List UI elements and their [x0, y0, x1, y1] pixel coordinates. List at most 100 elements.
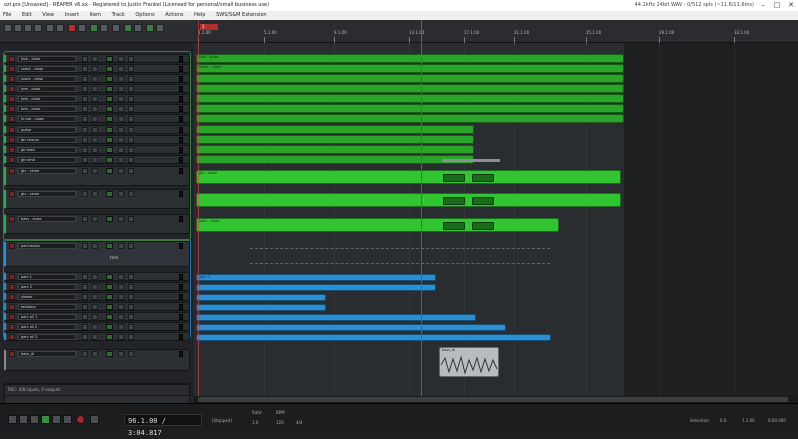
track-row[interactable]: perc all 2 — [4, 322, 190, 331]
fx-button[interactable] — [106, 86, 113, 92]
volume-knob-icon[interactable] — [82, 314, 88, 320]
timeline-ruler[interactable]: 1 1.1.00 5.1.00 9.1.00 13.1.00 17.1.00 2… — [194, 20, 798, 43]
rewind-icon[interactable] — [19, 415, 28, 424]
media-item[interactable] — [196, 145, 474, 154]
media-item[interactable] — [196, 84, 624, 93]
track-name[interactable]: gtr lead — [18, 147, 76, 153]
mute-icon[interactable] — [118, 243, 124, 249]
track-name[interactable]: perc all 3 — [18, 334, 76, 340]
play-cursor[interactable] — [421, 20, 422, 403]
menu-edit[interactable]: Edit — [22, 12, 32, 18]
track-name[interactable]: bass - close — [18, 216, 76, 222]
snap-icon[interactable] — [90, 24, 98, 32]
track-row[interactable]: kick - close — [4, 54, 190, 63]
media-item[interactable]: snare - close — [196, 64, 624, 73]
mute-icon[interactable] — [118, 147, 124, 153]
new-project-icon[interactable] — [4, 24, 12, 32]
menu-help[interactable]: Help — [194, 12, 205, 18]
mute-icon[interactable] — [118, 137, 124, 143]
track-row[interactable]: guitar — [4, 125, 190, 134]
fx-button[interactable] — [106, 96, 113, 102]
solo-icon[interactable] — [128, 216, 134, 222]
go-to-end-icon[interactable] — [63, 415, 72, 424]
mute-icon[interactable] — [118, 274, 124, 280]
solo-icon[interactable] — [128, 56, 134, 62]
pan-knob-icon[interactable] — [92, 137, 98, 143]
mute-icon[interactable] — [118, 86, 124, 92]
mute-icon[interactable] — [118, 127, 124, 133]
mute-icon[interactable] — [118, 304, 124, 310]
rate-value[interactable]: 1.0 — [252, 420, 258, 425]
media-item[interactable]: kick - close — [196, 54, 624, 63]
solo-icon[interactable] — [128, 106, 134, 112]
volume-knob-icon[interactable] — [82, 157, 88, 163]
fx-button[interactable] — [106, 106, 113, 112]
item-take[interactable] — [443, 174, 465, 182]
selection-start[interactable]: 0.0 — [720, 418, 726, 423]
fx-button[interactable] — [106, 127, 113, 133]
grid-icon[interactable] — [78, 24, 86, 32]
mute-icon[interactable] — [118, 284, 124, 290]
stop-icon[interactable] — [30, 415, 39, 424]
pan-knob-icon[interactable] — [92, 324, 98, 330]
pan-knob-icon[interactable] — [92, 294, 98, 300]
volume-knob-icon[interactable] — [82, 243, 88, 249]
mute-icon[interactable] — [118, 106, 124, 112]
menu-file[interactable]: File — [3, 12, 11, 18]
track-name[interactable]: perc 2 — [18, 284, 76, 290]
record-arm-icon[interactable] — [9, 76, 15, 82]
edit-cursor[interactable] — [198, 20, 199, 403]
volume-knob-icon[interactable] — [82, 168, 88, 174]
volume-knob-icon[interactable] — [82, 351, 88, 357]
volume-knob-icon[interactable] — [82, 294, 88, 300]
track-row[interactable]: tom - close — [4, 84, 190, 93]
track-name[interactable]: percussion — [18, 243, 76, 249]
media-item[interactable] — [196, 193, 621, 207]
solo-icon[interactable] — [128, 76, 134, 82]
media-item[interactable] — [196, 114, 624, 123]
record-arm-icon[interactable] — [9, 157, 15, 163]
volume-knob-icon[interactable] — [82, 284, 88, 290]
item-take[interactable] — [472, 197, 494, 205]
undo-icon[interactable] — [46, 24, 54, 32]
pan-knob-icon[interactable] — [92, 116, 98, 122]
menu-item[interactable]: Item — [90, 12, 101, 18]
solo-icon[interactable] — [128, 66, 134, 72]
media-item[interactable] — [196, 284, 436, 291]
volume-knob-icon[interactable] — [82, 66, 88, 72]
pan-knob-icon[interactable] — [92, 314, 98, 320]
solo-icon[interactable] — [128, 86, 134, 92]
media-item[interactable] — [196, 155, 474, 164]
menu-track[interactable]: Track — [112, 12, 125, 18]
mute-icon[interactable] — [118, 56, 124, 62]
media-item[interactable]: bass_di — [439, 347, 499, 377]
record-arm-icon[interactable] — [9, 324, 15, 330]
automation-mode[interactable]: trim — [110, 255, 118, 260]
item-take[interactable] — [472, 174, 494, 182]
track-row[interactable]: shaker — [4, 292, 190, 301]
mute-icon[interactable] — [118, 351, 124, 357]
go-to-start-icon[interactable] — [8, 415, 17, 424]
solo-icon[interactable] — [128, 324, 134, 330]
fx-button[interactable] — [106, 274, 113, 280]
item-take[interactable] — [472, 222, 494, 230]
track-name[interactable]: guitar — [18, 127, 76, 133]
media-item[interactable]: gtr - verse — [196, 170, 621, 184]
record-arm-icon[interactable] — [9, 216, 15, 222]
crossfade-icon[interactable] — [146, 24, 154, 32]
solo-icon[interactable] — [128, 274, 134, 280]
track-row[interactable]: snare - close — [4, 74, 190, 83]
record-arm-icon[interactable] — [9, 86, 15, 92]
record-arm-icon[interactable] — [9, 284, 15, 290]
maximize-button[interactable]: □ — [770, 0, 784, 11]
pan-knob-icon[interactable] — [92, 106, 98, 112]
volume-knob-icon[interactable] — [82, 86, 88, 92]
solo-icon[interactable] — [128, 96, 134, 102]
track-row[interactable]: perc all 3 — [4, 332, 190, 341]
media-item[interactable] — [196, 104, 624, 113]
repeat-icon[interactable] — [90, 415, 99, 424]
track-name[interactable]: tom - close — [18, 86, 76, 92]
volume-knob-icon[interactable] — [82, 106, 88, 112]
menu-sws[interactable]: SWS/S&M Extension — [216, 12, 267, 18]
item-take[interactable] — [443, 222, 465, 230]
